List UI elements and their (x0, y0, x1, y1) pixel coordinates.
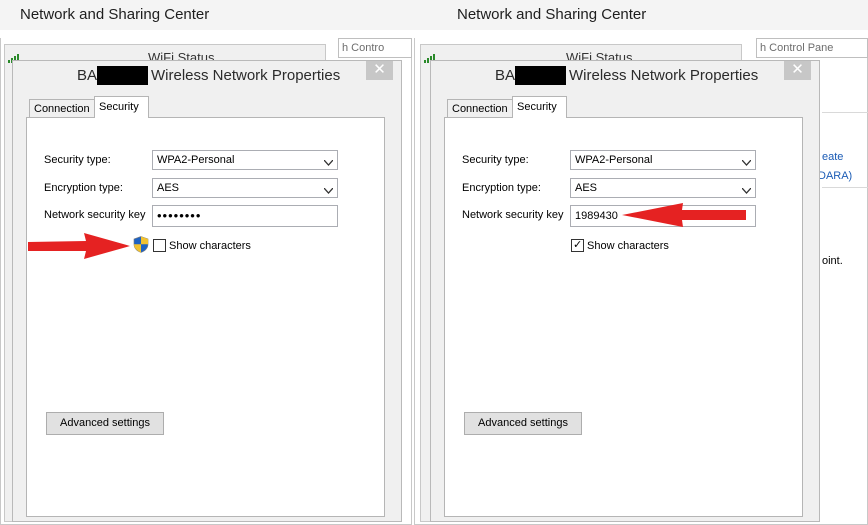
security-type-select-right[interactable]: WPA2-Personal (570, 150, 756, 170)
encryption-type-label-right: Encryption type: (462, 182, 541, 194)
security-type-label-left: Security type: (44, 154, 111, 166)
tab-connection-label: Connection (34, 103, 90, 115)
advanced-settings-label-right: Advanced settings (478, 417, 568, 429)
network-sharing-center-title-right: Network and Sharing Center (418, 0, 868, 30)
close-icon: ✕ (373, 61, 386, 78)
advanced-settings-button-left[interactable]: Advanced settings (46, 412, 164, 435)
tab-security-label: Security (99, 101, 139, 113)
security-type-value-left: WPA2-Personal (157, 154, 235, 166)
encryption-type-select-left[interactable]: AES (152, 178, 338, 198)
network-key-masked-left: •••••••• (157, 208, 202, 223)
dialog-title-suffix-left: Wireless Network Properties (151, 67, 341, 84)
tab-connection-label: Connection (452, 103, 508, 115)
network-link-partial[interactable]: DARA) (818, 170, 852, 182)
tab-security-left[interactable]: Security (94, 96, 149, 118)
show-characters-checkbox-left[interactable] (153, 239, 166, 252)
security-type-label-right: Security type: (462, 154, 529, 166)
show-characters-label-right[interactable]: Show characters (587, 240, 669, 252)
chevron-down-icon (741, 157, 752, 169)
tab-connection-left[interactable]: Connection (29, 99, 95, 118)
encryption-type-value-right: AES (575, 182, 598, 194)
search-box-left[interactable]: h Contro (338, 38, 412, 58)
nsc-title-right-text: Network and Sharing Center (457, 6, 647, 23)
security-panel-right (444, 117, 803, 517)
show-characters-label-left[interactable]: Show characters (169, 240, 251, 252)
close-button-left[interactable]: ✕ (366, 61, 393, 80)
close-button-right[interactable]: ✕ (784, 61, 811, 80)
separator-line (822, 112, 868, 113)
search-box-right[interactable]: h Control Pane (756, 38, 868, 58)
security-panel-left (26, 117, 385, 517)
security-type-value-right: WPA2-Personal (575, 154, 653, 166)
tab-connection-right[interactable]: Connection (447, 99, 513, 118)
search-left-partial: h Contro (342, 42, 385, 54)
dialog-title-suffix-right: Wireless Network Properties (569, 67, 759, 84)
network-sharing-center-title-left: Network and Sharing Center (0, 0, 418, 30)
separator-line-2 (822, 187, 868, 188)
tab-security-right[interactable]: Security (512, 96, 567, 118)
encryption-type-select-right[interactable]: AES (570, 178, 756, 198)
network-key-input-left[interactable]: •••••••• (152, 205, 338, 227)
network-key-label-right: Network security key (462, 209, 564, 221)
nsc-title-left-text: Network and Sharing Center (20, 6, 210, 23)
red-arrow-icon (622, 203, 746, 227)
show-characters-checkbox-right[interactable]: ✓ (571, 239, 584, 252)
tab-security-label: Security (517, 101, 557, 113)
create-link-partial[interactable]: eate (822, 151, 843, 163)
encryption-type-value-left: AES (157, 182, 180, 194)
redacted-ssid-left (97, 66, 148, 85)
advanced-settings-label-left: Advanced settings (60, 417, 150, 429)
network-key-label-left: Network security key (44, 209, 146, 221)
close-icon: ✕ (791, 61, 804, 78)
point-text-partial: oint. (822, 255, 843, 267)
chevron-down-icon (741, 185, 752, 197)
red-arrow-icon (28, 233, 130, 259)
chevron-down-icon (323, 185, 334, 197)
security-type-select-left[interactable]: WPA2-Personal (152, 150, 338, 170)
network-key-visible-right: 1989430 (575, 210, 618, 222)
search-right-partial: h Control Pane (760, 42, 834, 54)
encryption-type-label-left: Encryption type: (44, 182, 123, 194)
chevron-down-icon (323, 157, 334, 169)
advanced-settings-button-right[interactable]: Advanced settings (464, 412, 582, 435)
uac-shield-icon (133, 236, 149, 258)
redacted-ssid-right (515, 66, 566, 85)
checkmark-icon: ✓ (573, 239, 583, 251)
